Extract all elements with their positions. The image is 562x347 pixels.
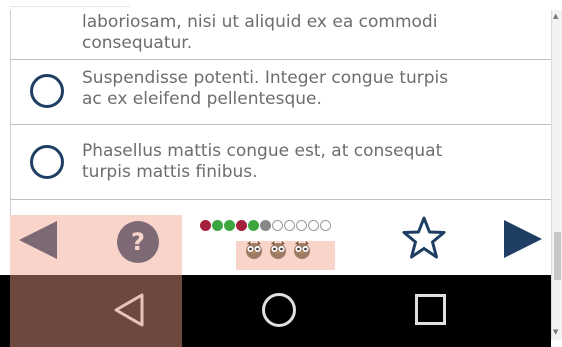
cut-off-heading [10, 0, 130, 7]
help-highlight [10, 215, 182, 347]
star-button[interactable] [401, 215, 447, 261]
scroll-up-arrow-icon[interactable]: ▲ [553, 12, 558, 20]
scroll-thumb[interactable] [554, 232, 561, 280]
option-phasellus[interactable]: Phasellus mattis congue est, at consequa… [11, 125, 551, 200]
option-text: laboriosam, nisi ut aliquid ex ea commod… [82, 12, 438, 53]
owl-icon [244, 238, 264, 260]
owl-avatars [244, 238, 316, 264]
radio-button[interactable] [30, 145, 64, 179]
owl-icon [268, 238, 288, 260]
question-options: laboriosam, nisi ut aliquid ex ea commod… [10, 10, 552, 215]
progress-dot [284, 220, 295, 231]
top-strip [0, 0, 562, 10]
scrollbar[interactable]: ▲ ▼ [551, 10, 562, 340]
progress-dot [224, 220, 235, 231]
progress-dot [212, 220, 223, 231]
next-arrow-icon [504, 220, 542, 258]
option-suspendisse[interactable]: Suspendisse potenti. Integer congue turp… [11, 60, 551, 125]
option-text: Suspendisse potenti. Integer congue turp… [82, 68, 449, 109]
progress-dot [248, 220, 259, 231]
scroll-down-arrow-icon[interactable]: ▼ [553, 328, 558, 336]
owl-icon [292, 238, 312, 260]
radio-button[interactable] [30, 74, 64, 108]
option-partial[interactable]: laboriosam, nisi ut aliquid ex ea commod… [11, 10, 551, 60]
home-icon[interactable] [262, 293, 296, 327]
progress-dot [308, 220, 319, 231]
progress-dots [200, 220, 332, 234]
progress-dot [296, 220, 307, 231]
progress-dot [272, 220, 283, 231]
progress-dot [320, 220, 331, 231]
progress-dot [200, 220, 211, 231]
next-button[interactable] [500, 217, 544, 261]
recents-icon[interactable] [415, 294, 446, 325]
star-icon [402, 216, 446, 259]
option-text: Phasellus mattis congue est, at consequa… [82, 141, 443, 182]
progress-dot [236, 220, 247, 231]
progress-dot [260, 220, 271, 231]
